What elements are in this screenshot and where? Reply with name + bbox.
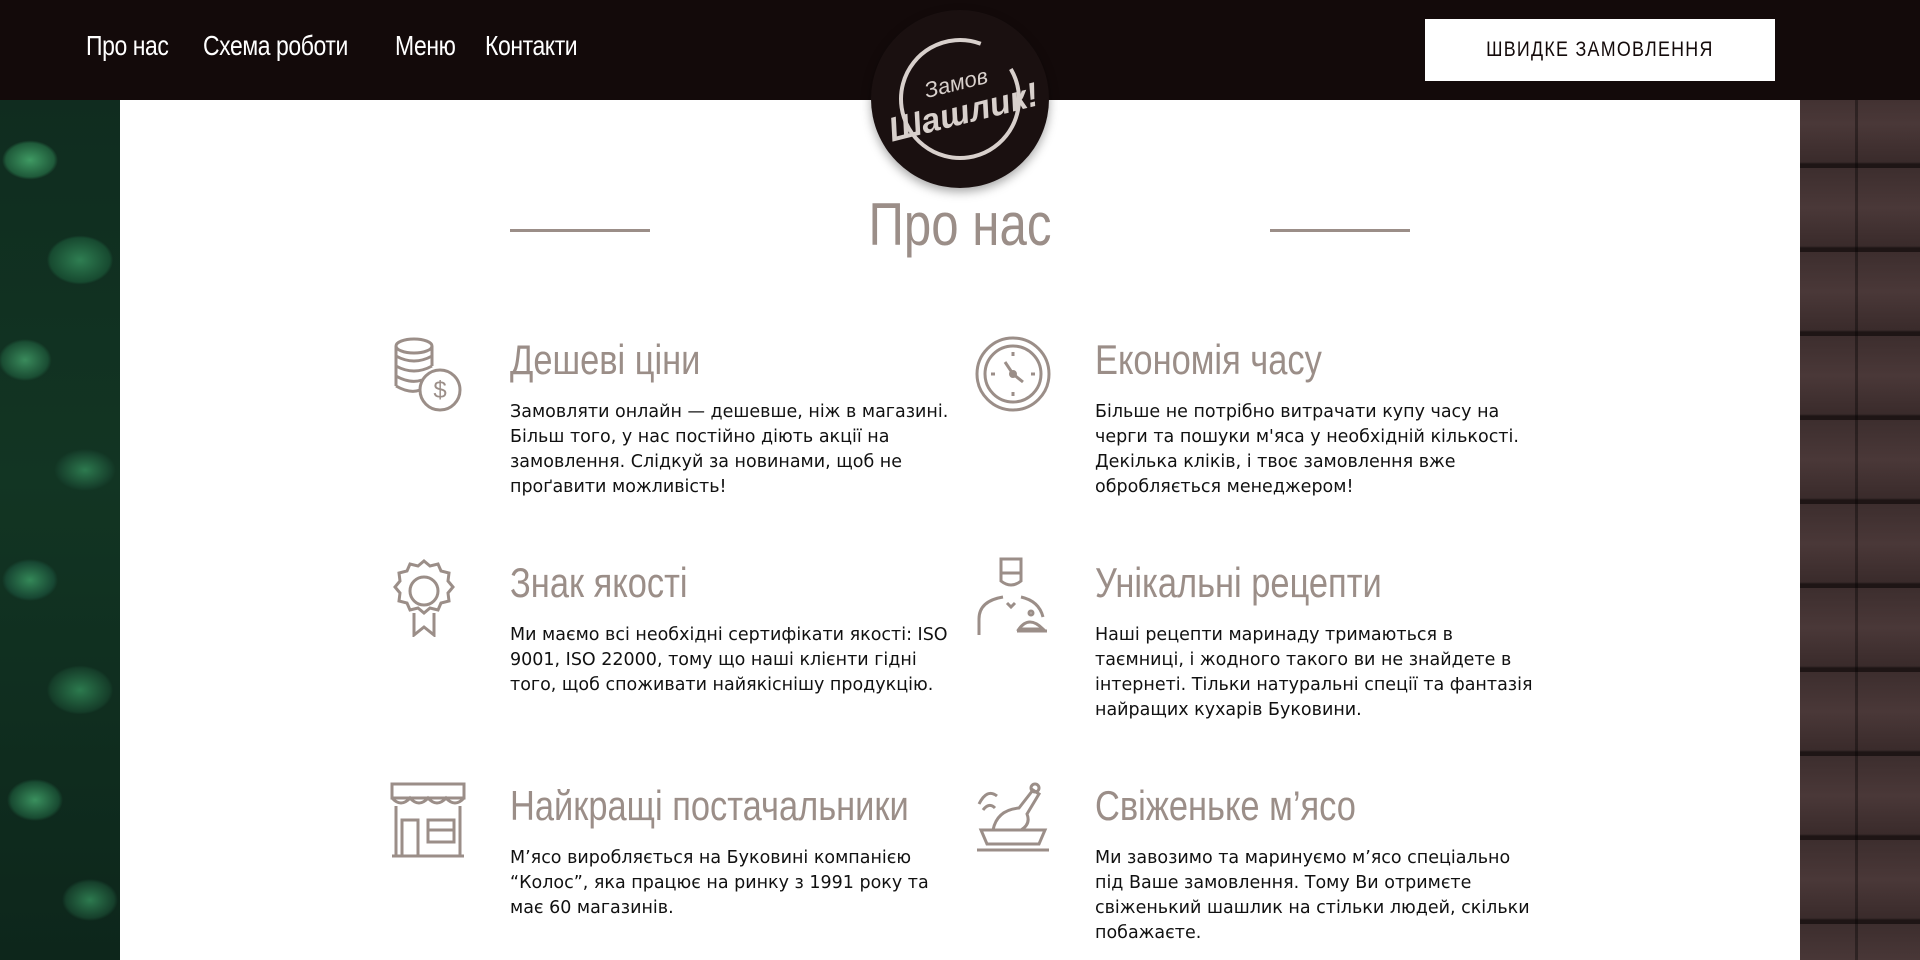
feature-text: Ми завозимо та маринуємо м’ясо спеціальн… [1095, 848, 1530, 943]
feature-unique-recipes: Унікальні рецепти Наші рецепти маринаду … [977, 557, 1535, 723]
feature-cheap-prices: $ Дешеві ціни Замовляти онлайн — дешевше… [394, 334, 950, 500]
coins-dollar-icon: $ [388, 334, 468, 414]
nav-link-workflow[interactable]: Схема роботи [203, 30, 348, 62]
feature-quality-mark: Знак якості Ми маємо всі необхідні серти… [393, 557, 950, 698]
main-nav: Про нас Схема роботи Меню Контакти [86, 0, 579, 92]
site-logo[interactable]: Замов Шашлик! [871, 10, 1049, 188]
nav-link-menu[interactable]: Меню [395, 30, 456, 62]
feature-title: Економія часу [1095, 336, 1322, 383]
feature-title: Свіженьке м’ясо [1095, 782, 1356, 829]
feature-best-suppliers: Найкращі постачальники М’ясо виробляєтьс… [390, 780, 950, 921]
nav-link-about[interactable]: Про нас [86, 30, 169, 62]
title-divider-right [1270, 229, 1410, 232]
nav-link-contacts[interactable]: Контакти [485, 30, 578, 62]
clock-icon [973, 334, 1053, 414]
feature-text: Більше не потрібно витрачати купу часу н… [1095, 402, 1519, 497]
feature-text: М’ясо виробляється на Буковині компанією… [510, 848, 929, 918]
feature-title: Дешеві ціни [510, 336, 701, 383]
feature-title: Унікальні рецепти [1095, 559, 1382, 606]
shop-icon [388, 780, 468, 860]
chef-icon [973, 557, 1053, 637]
svg-text:$: $ [433, 377, 446, 404]
feature-text: Замовляти онлайн — дешевше, ніж в магази… [510, 402, 949, 497]
feature-time-saving: Економія часу Більше не потрібно витрача… [975, 334, 1535, 500]
meat-dish-icon [973, 780, 1053, 860]
feature-text: Ми маємо всі необхідні сертифікати якост… [510, 625, 948, 695]
feature-title: Знак якості [510, 559, 688, 606]
ivy-background [0, 0, 120, 960]
feature-fresh-meat: Свіженьке м’ясо Ми завозимо та маринуємо… [977, 780, 1535, 946]
quick-order-button-label: ШВИДКЕ ЗАМОВЛЕННЯ [1486, 38, 1714, 61]
quality-badge-icon [388, 557, 468, 639]
quick-order-button[interactable]: ШВИДКЕ ЗАМОВЛЕННЯ [1425, 19, 1775, 81]
feature-text: Наші рецепти маринаду тримаються в таємн… [1095, 625, 1533, 720]
section-title: Про нас [868, 191, 1052, 258]
feature-title: Найкращі постачальники [510, 782, 909, 829]
wood-background [1800, 0, 1920, 960]
